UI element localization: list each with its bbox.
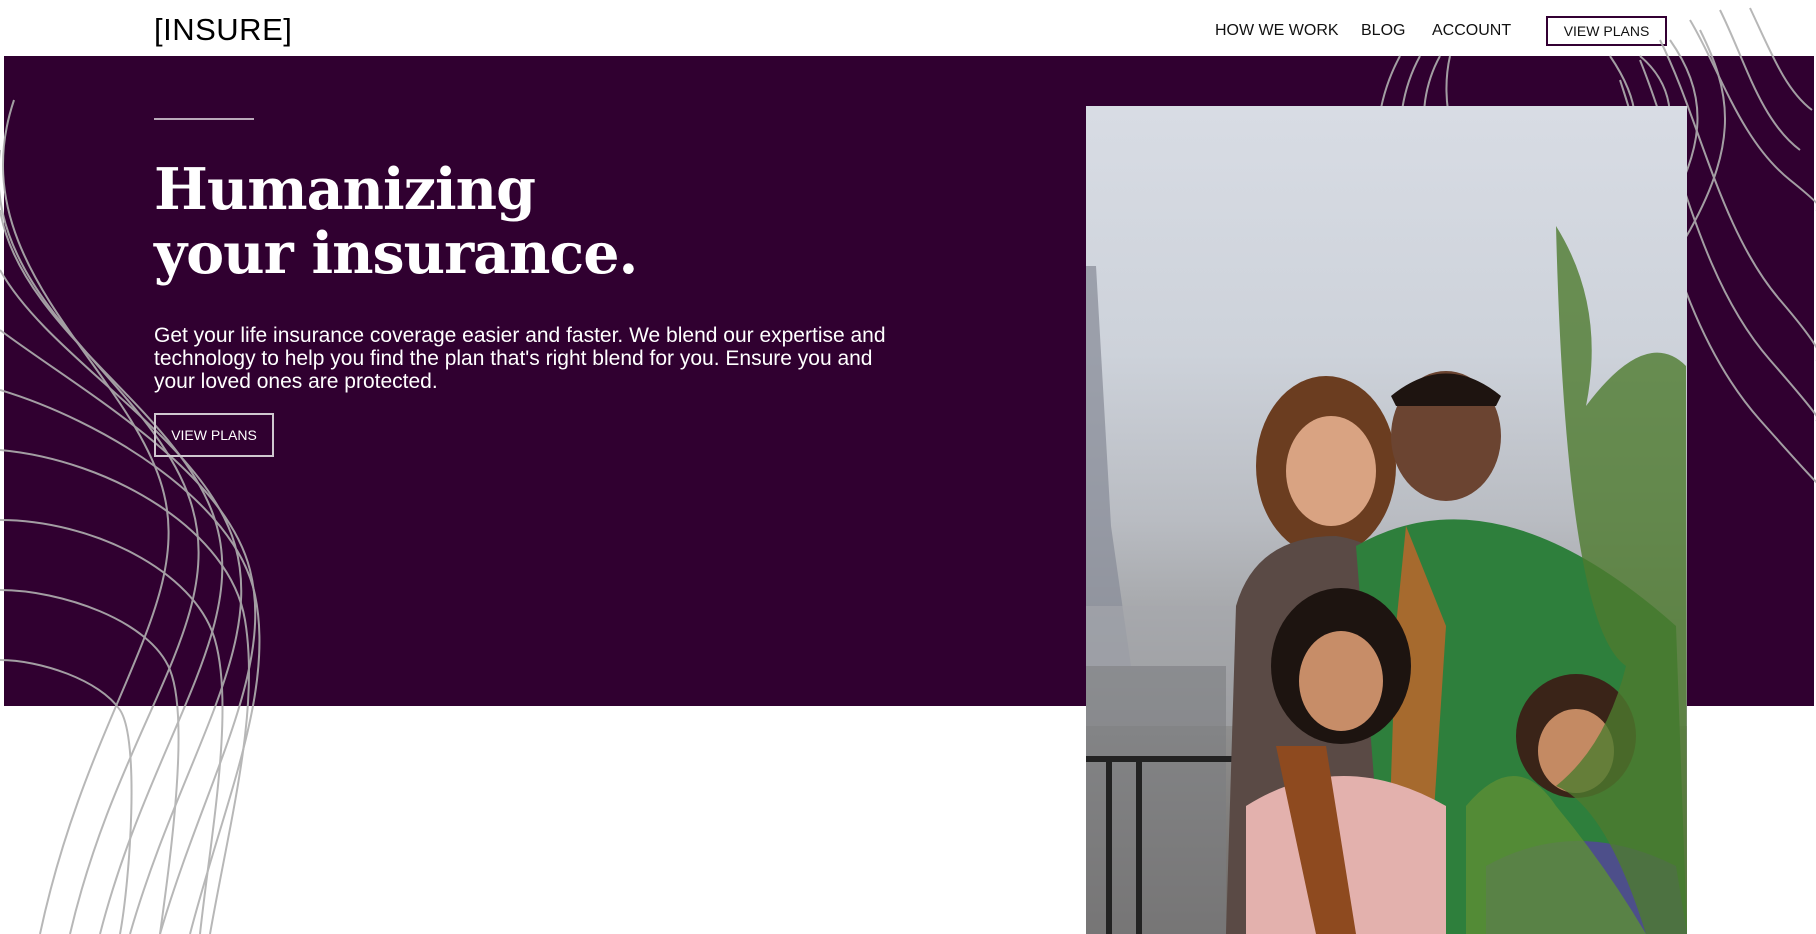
family-photo-illustration <box>1086 226 1687 934</box>
main-nav: HOW WE WORK BLOG ACCOUNT <box>0 22 1816 42</box>
site-header: [INSURE] HOW WE WORK BLOG ACCOUNT VIEW P… <box>0 0 1816 56</box>
hero-divider <box>154 118 254 120</box>
nav-link-account[interactable]: ACCOUNT <box>1432 22 1511 40</box>
hero-view-plans-button[interactable]: VIEW PLANS <box>154 413 274 457</box>
hero-headline-line-2: your insurance. <box>154 220 638 287</box>
hero-description: Get your life insurance coverage easier … <box>154 324 886 393</box>
hero-headline-line-1: Humanizing <box>154 156 536 223</box>
hero-headline: Humanizing your insurance. <box>154 158 754 286</box>
header-view-plans-button[interactable]: VIEW PLANS <box>1546 16 1667 46</box>
hero-family-photo <box>1086 106 1687 934</box>
nav-link-how-we-work[interactable]: HOW WE WORK <box>1215 22 1339 40</box>
nav-link-blog[interactable]: BLOG <box>1361 22 1405 40</box>
